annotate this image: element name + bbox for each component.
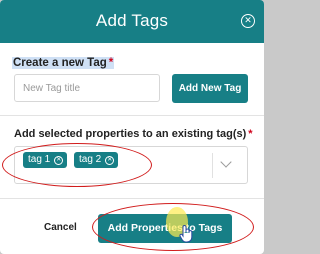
cancel-button[interactable]: Cancel	[44, 222, 77, 233]
create-tag-label: Create a new Tag *	[12, 57, 115, 69]
section-divider	[0, 115, 264, 116]
close-icon[interactable]: ✕	[241, 14, 255, 28]
dropdown-separator	[212, 153, 213, 178]
existing-tag-label-text: Add selected properties to an existing t…	[14, 128, 247, 140]
existing-tag-label: Add selected properties to an existing t…	[14, 128, 253, 140]
annotation-circle-tags	[2, 143, 152, 187]
new-tag-title-field[interactable]	[14, 74, 160, 102]
annotation-circle-submit	[92, 203, 254, 251]
required-marker: *	[108, 57, 114, 69]
required-marker: *	[248, 128, 253, 140]
add-tags-dialog: Add Tags ✕ Create a new Tag* Add New Tag…	[0, 0, 264, 254]
dialog-header: Add Tags ✕	[0, 0, 264, 43]
new-tag-title-input[interactable]	[15, 75, 159, 101]
dialog-title: Add Tags	[95, 11, 169, 30]
create-tag-label-text: Create a new Tag	[13, 57, 107, 69]
footer-divider	[0, 198, 264, 199]
chevron-down-icon[interactable]	[220, 156, 232, 168]
add-new-tag-button[interactable]: Add New Tag	[172, 74, 248, 103]
